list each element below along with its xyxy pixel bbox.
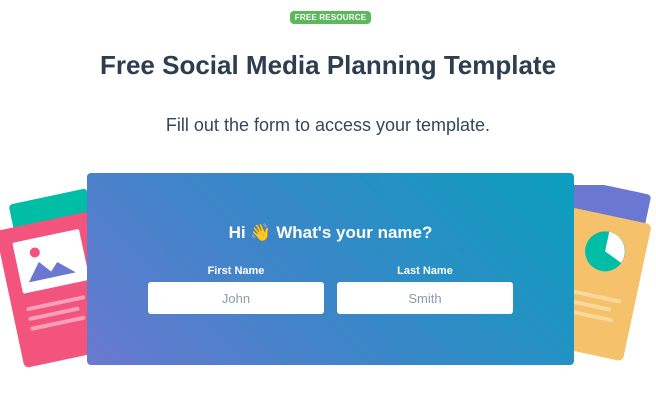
first-name-label: First Name <box>207 265 265 277</box>
left-template-illustration <box>0 188 100 368</box>
form-greeting: Hi 👋 What's your name? <box>228 223 433 242</box>
last-name-input[interactable] <box>337 282 513 314</box>
page-subtitle: Fill out the form to access your templat… <box>165 115 491 135</box>
first-name-input[interactable] <box>148 282 324 314</box>
page-title: Free Social Media Planning Template <box>99 50 557 80</box>
name-form-card: Hi 👋 What's your name? First Name Last N… <box>87 173 574 365</box>
last-name-label: Last Name <box>397 265 453 277</box>
right-template-illustration <box>560 185 651 361</box>
free-resource-badge: FREE RESOURCE <box>290 11 371 24</box>
